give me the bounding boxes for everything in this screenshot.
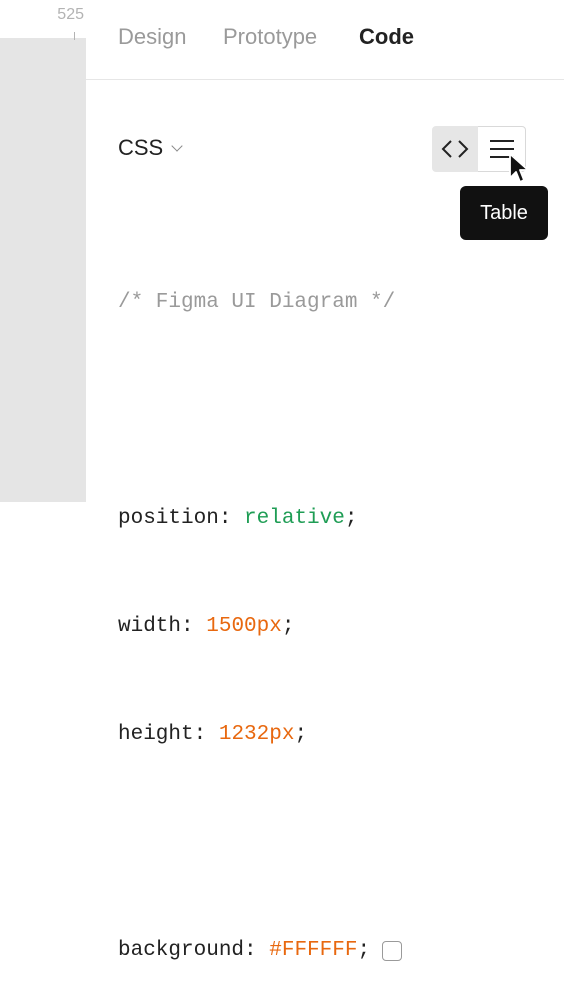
code-colon: : [181,615,207,638]
language-select-value: CSS [118,135,164,160]
code-value: 1500px [206,615,282,638]
code-line-width: width: 1500px; [118,609,402,645]
color-swatch[interactable] [382,941,403,961]
code-semicolon: ; [281,615,295,638]
code-comment: /* Figma UI Diagram */ [118,291,396,314]
code-line-background: background: #FFFFFF; [118,933,403,969]
code-prop: width [118,615,182,638]
code-line-position: position: relative; [118,501,402,537]
code-semicolon: ; [344,507,358,530]
code-prop: background [118,939,245,962]
code-view-button[interactable] [432,126,478,172]
panel-tabs: Design Prototype Code [86,0,564,80]
code-line-height: height: 1232px; [118,717,402,753]
code-colon: : [193,723,219,746]
language-select[interactable]: CSS [118,135,183,161]
code-prop: height [118,723,194,746]
tooltip: Table [460,186,548,240]
code-semicolon: ; [294,723,308,746]
ruler-value: 525 [57,6,84,23]
code-semicolon: ; [357,939,371,962]
tab-code[interactable]: Code [359,24,414,50]
tooltip-text: Table [480,201,528,224]
canvas-strip: 525 [0,0,86,502]
code-prop: position [118,507,219,530]
code-colon: : [244,939,270,962]
tab-design[interactable]: Design [118,24,186,50]
code-value: 1232px [218,723,295,746]
code-colon: : [218,507,245,530]
code-comment-line: /* Figma UI Diagram */ [118,285,402,321]
chevron-down-icon [171,139,183,152]
ruler-tick [74,32,75,40]
mouse-pointer-icon [509,153,529,183]
inspect-panel: Design Prototype Code CSS /* Figma UI Di… [86,0,564,962]
tab-prototype[interactable]: Prototype [223,24,317,50]
code-block: /* Figma UI Diagram */ position: relativ… [118,213,403,1004]
code-value: #FFFFFF [269,939,358,962]
code-brackets-icon [441,140,469,158]
code-value: relative [244,507,345,530]
ruler: 525 [0,0,86,40]
